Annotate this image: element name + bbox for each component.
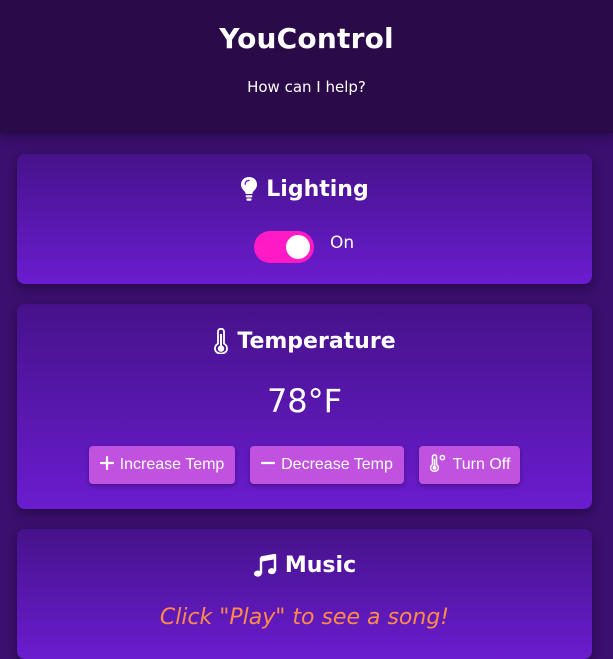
temperature-title: Temperature xyxy=(237,328,396,354)
lightbulb-icon xyxy=(240,176,258,202)
lighting-title: Lighting xyxy=(266,176,369,202)
music-note-icon xyxy=(253,553,277,578)
toggle-knob xyxy=(286,235,310,259)
temperature-heading: Temperature xyxy=(17,328,592,354)
lighting-toggle[interactable] xyxy=(254,231,314,263)
minus-icon xyxy=(261,456,276,475)
increase-temp-button[interactable]: Increase Temp xyxy=(89,446,235,484)
app-title: YouControl xyxy=(219,22,394,55)
lighting-toggle-label: On xyxy=(330,233,355,253)
song-prompt: Click "Play" to see a song! xyxy=(159,605,450,630)
increase-temp-label: Increase Temp xyxy=(119,456,225,473)
lighting-toggle-row: On xyxy=(17,230,592,264)
music-title: Music xyxy=(284,553,357,578)
decrease-temp-label: Decrease Temp xyxy=(281,456,393,473)
temperature-card: Temperature 78°F Increase Temp Decrease … xyxy=(17,304,592,509)
music-card: Music Click "Play" to see a song! xyxy=(17,529,592,659)
plus-icon xyxy=(99,455,114,475)
thermometer-icon xyxy=(213,328,229,354)
lighting-card: Lighting On xyxy=(17,154,592,284)
decrease-temp-button[interactable]: Decrease Temp xyxy=(250,446,404,484)
temperature-value: 78°F xyxy=(266,382,343,420)
turn-off-label: Turn Off xyxy=(452,456,511,473)
app-subtitle: How can I help? xyxy=(247,78,366,96)
app-header: YouControl How can I help? xyxy=(0,0,613,133)
turn-off-button[interactable]: Turn Off xyxy=(419,446,520,484)
lighting-heading: Lighting xyxy=(17,176,592,202)
music-heading: Music xyxy=(17,553,592,578)
thermometer-degree-icon xyxy=(429,453,447,477)
